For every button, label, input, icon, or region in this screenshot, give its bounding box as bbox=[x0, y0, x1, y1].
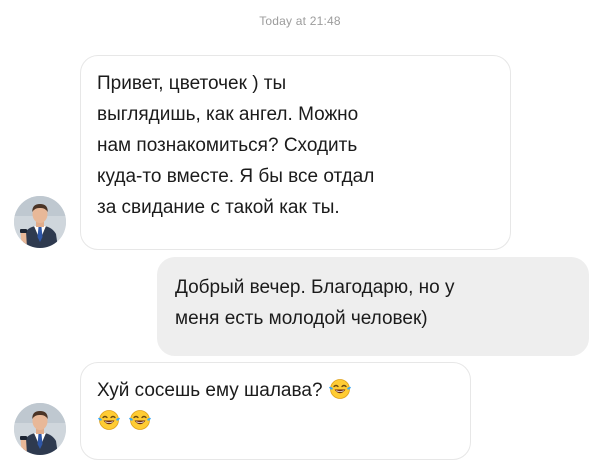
message-text-line: Привет, цветочек ) ты bbox=[97, 73, 287, 94]
user-photo-avatar-icon bbox=[14, 403, 66, 455]
message-text-line: Хуй сосешь ему шалава? bbox=[97, 375, 454, 406]
message-text-line: Добрый вечер. Благодарю, но у bbox=[175, 277, 455, 298]
emoji-row bbox=[97, 406, 454, 437]
face-with-tears-of-joy-icon bbox=[328, 379, 351, 399]
message-text-line: меня есть молодой человек) bbox=[175, 308, 428, 329]
message-text: Хуй сосешь ему шалава? bbox=[97, 380, 323, 401]
face-with-tears-of-joy-icon bbox=[98, 410, 120, 430]
message-text-line: выглядишь, как ангел. Можно bbox=[97, 104, 359, 125]
incoming-message-bubble[interactable]: Привет, цветочек ) ты выглядишь, как анг… bbox=[80, 55, 511, 250]
message-text-line: за свидание с такой как ты. bbox=[97, 197, 340, 218]
outgoing-message-bubble[interactable]: Добрый вечер. Благодарю, но у меня есть … bbox=[157, 257, 589, 356]
user-photo-avatar-icon bbox=[14, 196, 66, 248]
sender-avatar[interactable] bbox=[14, 403, 66, 455]
message-text-line: нам познакомиться? Сходить bbox=[97, 135, 358, 156]
incoming-message-bubble[interactable]: Хуй сосешь ему шалава? bbox=[80, 362, 471, 460]
message-text-line: куда-то вместе. Я бы все отдал bbox=[97, 166, 375, 187]
sender-avatar[interactable] bbox=[14, 196, 66, 248]
message-timestamp: Today at 21:48 bbox=[259, 14, 341, 28]
face-with-tears-of-joy-icon bbox=[129, 410, 152, 430]
